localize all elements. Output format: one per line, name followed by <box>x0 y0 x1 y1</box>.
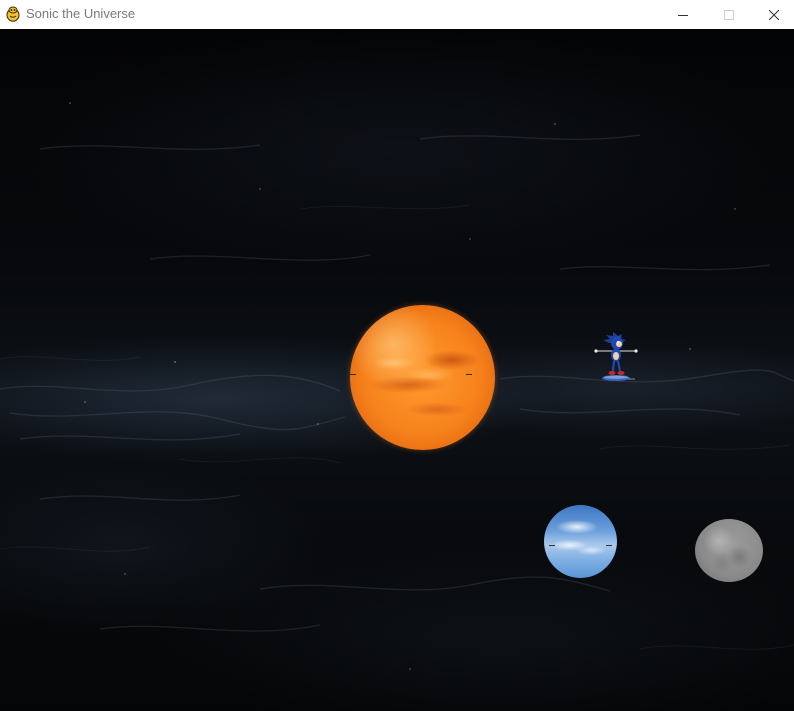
sun-planet[interactable] <box>350 305 495 450</box>
game-canvas[interactable] <box>0 29 794 711</box>
earth-left-marker <box>549 545 555 546</box>
pygame-snake-icon <box>6 6 20 22</box>
sonic-sprite[interactable] <box>593 331 639 387</box>
moon-planet[interactable] <box>695 519 763 582</box>
earth-right-marker <box>606 545 612 546</box>
minimize-icon <box>678 14 688 16</box>
sun-right-marker <box>466 374 472 375</box>
close-button[interactable] <box>751 0 794 29</box>
sun-left-marker <box>350 374 356 375</box>
minimize-button[interactable] <box>660 0 706 29</box>
title-bar[interactable]: Sonic the Universe <box>0 0 794 29</box>
close-icon <box>769 9 779 20</box>
earth-planet[interactable] <box>544 505 617 578</box>
app-window: Sonic the Universe <box>0 0 794 711</box>
maximize-button[interactable] <box>706 0 752 29</box>
maximize-icon <box>724 9 734 20</box>
window-title: Sonic the Universe <box>26 6 136 21</box>
